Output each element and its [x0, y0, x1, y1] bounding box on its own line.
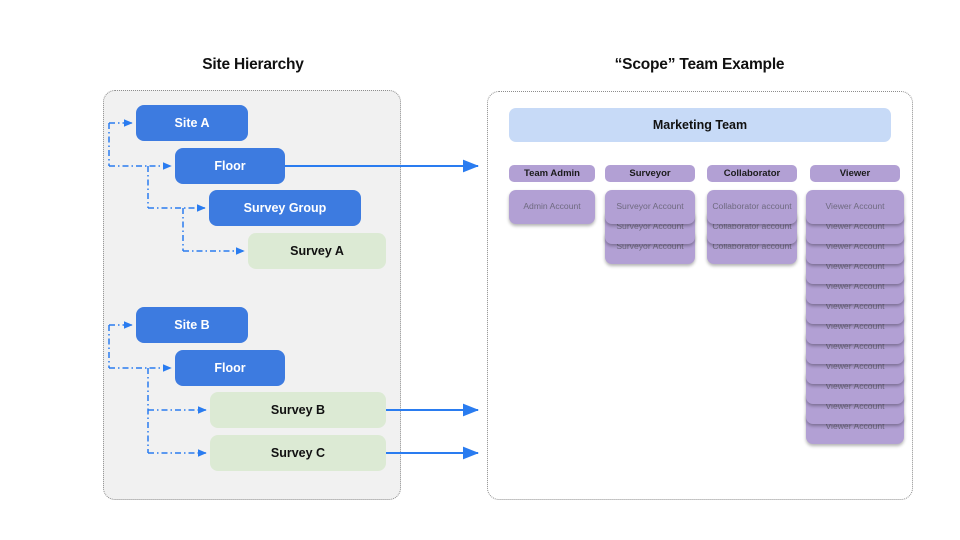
hierarchy-node-site-a: Site A	[136, 105, 248, 141]
hierarchy-node-survey-b: Survey B	[210, 392, 386, 428]
site-hierarchy-title: Site Hierarchy	[202, 56, 304, 73]
hierarchy-node-survey-group: Survey Group	[209, 190, 361, 226]
hierarchy-node-survey-a: Survey A	[248, 233, 386, 269]
role-header-viewer: Viewer	[810, 165, 900, 182]
account-card: Surveyor Account	[605, 190, 695, 224]
marketing-team-banner: Marketing Team	[509, 108, 891, 142]
diagram-canvas: Site Hierarchy “Scope” Team Example Site…	[0, 0, 960, 540]
role-header-collaborator: Collaborator	[707, 165, 797, 182]
account-card: Admin Account	[509, 190, 595, 224]
account-card: Collaborator account	[707, 190, 797, 224]
role-header-surveyor: Surveyor	[605, 165, 695, 182]
account-card: Viewer Account	[806, 190, 904, 224]
hierarchy-node-floor: Floor	[175, 350, 285, 386]
hierarchy-node-site-b: Site B	[136, 307, 248, 343]
role-header-team-admin: Team Admin	[509, 165, 595, 182]
scope-team-example-title: “Scope” Team Example	[614, 56, 785, 73]
hierarchy-node-floor: Floor	[175, 148, 285, 184]
hierarchy-node-survey-c: Survey C	[210, 435, 386, 471]
